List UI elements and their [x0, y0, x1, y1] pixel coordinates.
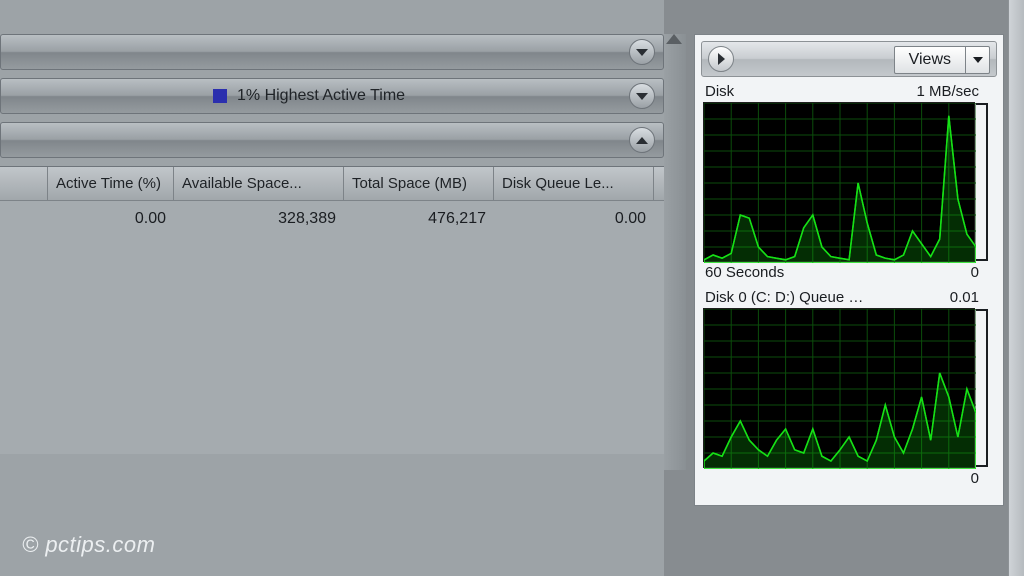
chart-x-label: 60 Seconds — [705, 264, 784, 281]
legend-color-swatch — [213, 89, 227, 103]
expand-button[interactable] — [629, 127, 655, 153]
chevron-up-icon — [636, 137, 648, 144]
column-header-active-time[interactable]: Active Time (%) — [48, 167, 174, 200]
collapse-button[interactable] — [629, 39, 655, 65]
collapse-button[interactable] — [629, 83, 655, 109]
dropdown-triangle-icon — [973, 57, 983, 63]
chart-y-min-label: 0 — [971, 264, 979, 281]
cell-available-space: 328,389 — [174, 210, 344, 228]
chevron-down-icon — [636, 49, 648, 56]
chart-canvas — [703, 102, 975, 262]
expand-charts-button[interactable] — [708, 46, 734, 72]
column-header-available-space[interactable]: Available Space... — [174, 167, 344, 200]
charts-toolbar: Views — [701, 41, 997, 77]
column-header-stub[interactable] — [0, 167, 48, 200]
chart-disk-queue-length: Disk 0 (C: D:) Queue Len... 0.01 0 — [701, 289, 997, 487]
main-content-pane: 1% Highest Active Time Active Time (%) A… — [0, 0, 664, 576]
chart-scale-bracket — [976, 309, 988, 467]
chart-y-max-label: 1 MB/sec — [916, 83, 979, 100]
storage-table: Active Time (%) Available Space... Total… — [0, 166, 664, 454]
chart-title: Disk — [705, 83, 734, 100]
column-header-disk-queue[interactable]: Disk Queue Le... — [494, 167, 654, 200]
chart-canvas — [703, 308, 975, 468]
chevron-right-icon — [718, 53, 725, 65]
chart-disk-throughput: Disk 1 MB/sec 60 Seconds 0 — [701, 83, 997, 281]
chart-title: Disk 0 (C: D:) Queue Len... — [705, 289, 865, 306]
section-header-disk-activity[interactable]: 1% Highest Active Time — [0, 78, 664, 114]
views-dropdown-button[interactable]: Views — [894, 46, 990, 74]
window-scrollbar[interactable] — [1008, 0, 1024, 576]
chart-scale-bracket — [976, 103, 988, 261]
vertical-scrollbar[interactable] — [664, 34, 686, 470]
table-header-row: Active Time (%) Available Space... Total… — [0, 167, 664, 201]
section-header-overview[interactable] — [0, 34, 664, 70]
charts-pane: Views Disk 1 MB/sec 60 Seconds 0 Disk 0 … — [694, 34, 1004, 506]
chevron-down-icon — [636, 93, 648, 100]
cell-total-space: 476,217 — [344, 210, 494, 228]
views-label: Views — [895, 47, 965, 73]
views-dropdown-trigger[interactable] — [965, 47, 989, 73]
cell-disk-queue: 0.00 — [494, 210, 654, 228]
legend-label: 1% Highest Active Time — [237, 87, 405, 105]
column-header-total-space[interactable]: Total Space (MB) — [344, 167, 494, 200]
watermark-text: © pctips.com — [22, 532, 155, 558]
section-header-storage[interactable] — [0, 122, 664, 158]
chart-y-min-label: 0 — [971, 470, 979, 487]
cell-active-time: 0.00 — [48, 210, 174, 228]
chart-y-max-label: 0.01 — [950, 289, 979, 306]
table-row[interactable]: 0.00 328,389 476,217 0.00 — [0, 201, 664, 237]
